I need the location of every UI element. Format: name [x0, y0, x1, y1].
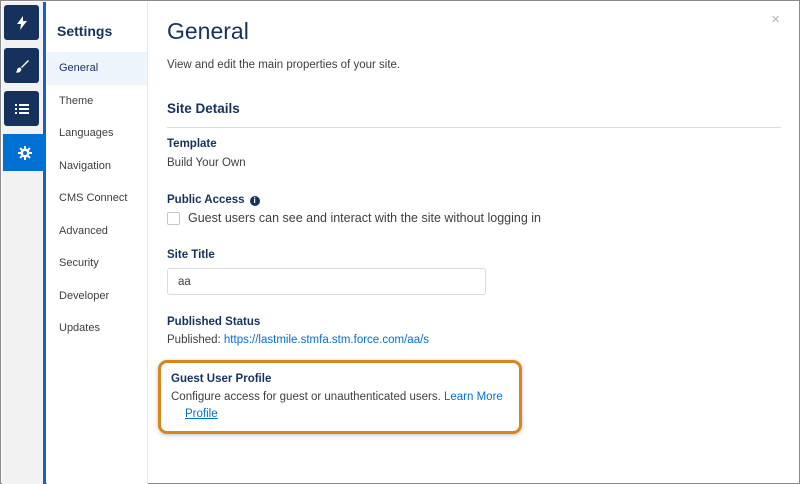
- learn-more-link[interactable]: Learn More: [444, 391, 503, 403]
- main-panel: × General View and edit the main propert…: [149, 2, 800, 484]
- settings-nav: Settings General Theme Languages Navigat…: [47, 2, 148, 484]
- guest-user-profile-description: Configure access for guest or unauthenti…: [171, 391, 503, 403]
- icon-rail: [2, 2, 46, 484]
- page-title: General: [167, 18, 249, 44]
- nav-item-updates[interactable]: Updates: [47, 312, 147, 345]
- nav-item-general[interactable]: General: [47, 52, 147, 85]
- published-status-value: Published: https://lastmile.stmfa.stm.fo…: [167, 334, 429, 346]
- guest-user-profile-callout: Guest User Profile Configure access for …: [158, 360, 522, 434]
- nav-item-navigation[interactable]: Navigation: [47, 150, 147, 183]
- nav-item-cms-connect[interactable]: CMS Connect: [47, 182, 147, 215]
- nav-item-theme[interactable]: Theme: [47, 85, 147, 118]
- nav-item-languages[interactable]: Languages: [47, 117, 147, 150]
- public-access-checkbox[interactable]: [167, 211, 180, 225]
- info-icon[interactable]: i: [249, 196, 260, 206]
- nav-title: Settings: [57, 23, 113, 39]
- site-title-input[interactable]: [167, 268, 486, 295]
- close-icon[interactable]: ×: [771, 12, 780, 27]
- section-divider: [167, 127, 781, 128]
- guest-description-text: Configure access for guest or unauthenti…: [171, 391, 441, 403]
- published-prefix: Published:: [167, 334, 224, 346]
- rail-button-settings[interactable]: [3, 134, 46, 171]
- list-icon: [14, 103, 29, 115]
- template-label: Template: [167, 138, 217, 150]
- nav-item-security[interactable]: Security: [47, 247, 147, 280]
- site-title-label: Site Title: [167, 249, 215, 261]
- brush-icon: [15, 59, 29, 73]
- guest-user-profile-label: Guest User Profile: [171, 373, 272, 385]
- nav-list: General Theme Languages Navigation CMS C…: [47, 52, 147, 345]
- rail-button-pages[interactable]: [4, 91, 39, 126]
- public-access-row: Guest users can see and interact with th…: [167, 211, 541, 225]
- page-description: View and edit the main properties of you…: [167, 59, 401, 71]
- nav-item-developer[interactable]: Developer: [47, 280, 147, 313]
- gear-icon: [17, 145, 32, 160]
- public-access-checkbox-label[interactable]: Guest users can see and interact with th…: [188, 211, 541, 225]
- public-access-label-text: Public Access: [167, 194, 245, 206]
- lightning-icon: [16, 15, 28, 30]
- public-access-label: Public Access i: [167, 194, 260, 206]
- nav-item-advanced[interactable]: Advanced: [47, 215, 147, 248]
- published-url-link[interactable]: https://lastmile.stmfa.stm.force.com/aa/…: [224, 334, 429, 346]
- published-status-label: Published Status: [167, 316, 261, 328]
- section-title: Site Details: [167, 101, 240, 116]
- guest-profile-link[interactable]: Profile: [185, 408, 218, 420]
- settings-window: Settings General Theme Languages Navigat…: [0, 0, 800, 484]
- rail-button-lightning[interactable]: [4, 5, 39, 40]
- template-value: Build Your Own: [167, 157, 246, 169]
- rail-button-branding[interactable]: [4, 48, 39, 83]
